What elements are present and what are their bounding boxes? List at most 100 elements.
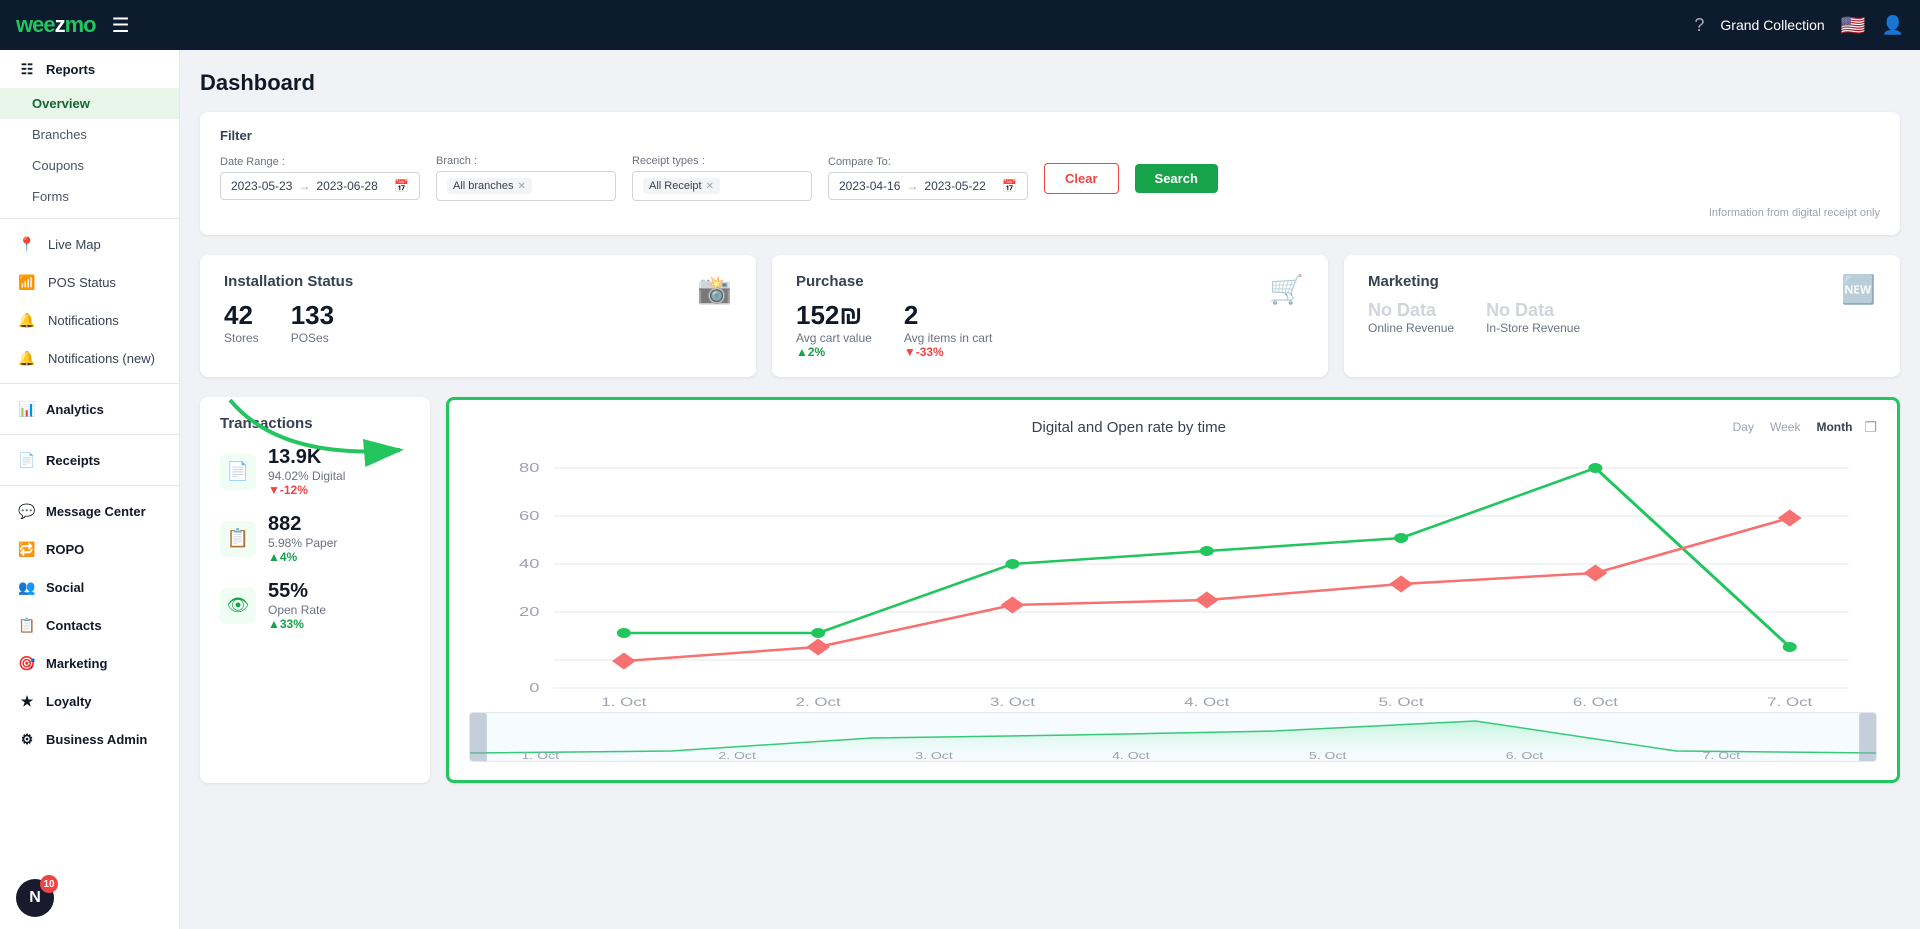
ropo-icon: 🔁 (16, 538, 38, 560)
social-icon: 👥 (16, 576, 38, 598)
period-week-btn[interactable]: Week (1766, 418, 1804, 436)
branch-input[interactable]: All branches ✕ (436, 171, 616, 201)
map-icon: 📍 (16, 233, 38, 255)
contacts-icon: 📋 (16, 614, 38, 636)
filter-card: Filter Date Range : 2023-05-23 → 2023-06… (200, 112, 1900, 235)
sidebar-item-notifications-new[interactable]: 🔔 Notifications (new) (0, 339, 179, 377)
filter-note: Information from digital receipt only (220, 207, 1880, 219)
red-point-5 (1389, 576, 1413, 593)
green-point-5 (1394, 533, 1408, 543)
online-group: No Data Online Revenue (1368, 300, 1454, 335)
filter-label: Filter (220, 128, 1880, 143)
poses-group: 133 POSes (291, 300, 334, 345)
svg-text:20: 20 (519, 605, 540, 619)
txn-digital-pct: 94.02% Digital (268, 469, 345, 483)
sidebar-group-reports[interactable]: ☷ Reports (0, 50, 179, 88)
installation-title: Installation Status (224, 273, 353, 290)
period-day-btn[interactable]: Day (1729, 418, 1758, 436)
sidebar-group-ropo[interactable]: 🔁 ROPO (0, 530, 179, 568)
svg-text:6. Oct: 6. Oct (1573, 696, 1618, 708)
search-button[interactable]: Search (1135, 164, 1218, 193)
sidebar-loyalty-label: Loyalty (46, 694, 92, 709)
instore-group: No Data In-Store Revenue (1486, 300, 1580, 335)
sidebar-item-pos[interactable]: 📶 POS Status (0, 263, 179, 301)
sidebar-overview-label: Overview (32, 96, 90, 111)
menu-icon[interactable]: ☰ (112, 13, 130, 38)
sidebar-item-notifications[interactable]: 🔔 Notifications (0, 301, 179, 339)
compare-label: Compare To: (828, 156, 1028, 168)
sidebar-group-analytics[interactable]: 📊 Analytics (0, 390, 179, 428)
sidebar: ☷ Reports Overview Branches Coupons Form… (0, 50, 180, 929)
compare-range-input[interactable]: 2023-04-16 → 2023-05-22 📅 (828, 172, 1028, 200)
red-point-6 (1583, 565, 1607, 582)
svg-text:2. Oct: 2. Oct (796, 696, 841, 708)
avg-cart-value: 152₪ (796, 300, 872, 331)
sidebar-item-forms[interactable]: Forms (0, 181, 179, 212)
txn-paper-value: 882 (268, 513, 337, 536)
org-name: Grand Collection (1720, 17, 1824, 33)
compare-end: 2023-05-22 (924, 179, 985, 193)
digital-icon: 📄 (220, 454, 256, 490)
sidebar-item-livemap[interactable]: 📍 Live Map (0, 225, 179, 263)
poses-label: POSes (291, 331, 334, 345)
loyalty-icon: ★ (16, 690, 38, 712)
branch-tag-remove[interactable]: ✕ (518, 181, 526, 192)
svg-text:4. Oct: 4. Oct (1112, 750, 1150, 761)
svg-text:2. Oct: 2. Oct (718, 750, 756, 761)
chart-header: Digital and Open rate by time Day Week M… (469, 418, 1877, 436)
txn-digital-trend: ▼-12% (268, 483, 345, 497)
date-range-input[interactable]: 2023-05-23 → 2023-06-28 📅 (220, 172, 420, 200)
svg-text:7. Oct: 7. Oct (1767, 696, 1812, 708)
sidebar-group-marketing[interactable]: 🎯 Marketing (0, 644, 179, 682)
date-end: 2023-06-28 (316, 179, 377, 193)
avatar-letter: N (29, 889, 41, 907)
sidebar-group-contacts[interactable]: 📋 Contacts (0, 606, 179, 644)
txn-open-label: Open Rate (268, 603, 326, 617)
txn-paper-details: 882 5.98% Paper ▲4% (268, 513, 337, 564)
transactions-title: Transactions (220, 415, 410, 432)
filter-receipt-group: Receipt types : All Receipt ✕ (632, 155, 812, 201)
open-icon: 👁 (220, 588, 256, 624)
compare-start: 2023-04-16 (839, 179, 900, 193)
help-icon[interactable]: ? (1694, 15, 1704, 36)
sidebar-group-message-center[interactable]: 💬 Message Center (0, 492, 179, 530)
sidebar-item-branches[interactable]: Branches (0, 119, 179, 150)
sidebar-group-social[interactable]: 👥 Social (0, 568, 179, 606)
clear-button[interactable]: Clear (1044, 163, 1119, 194)
chart-card: Digital and Open rate by time Day Week M… (446, 397, 1900, 783)
stores-group: 42 Stores (224, 300, 259, 345)
stores-value: 42 (224, 300, 259, 331)
sidebar-group-loyalty[interactable]: ★ Loyalty (0, 682, 179, 720)
chart-navigator[interactable]: 1. Oct 2. Oct 3. Oct 4. Oct 5. Oct 6. Oc… (469, 712, 1877, 762)
avg-items-label: Avg items in cart (904, 331, 992, 345)
sidebar-group-receipts[interactable]: 📄 Receipts (0, 441, 179, 479)
txn-digital-details: 13.9K 94.02% Digital ▼-12% (268, 446, 345, 497)
red-point-4 (1195, 592, 1219, 609)
purchase-title: Purchase (796, 273, 992, 290)
date-range-label: Date Range : (220, 156, 420, 168)
marketing-values: No Data Online Revenue No Data In-Store … (1368, 300, 1841, 335)
avg-items-value: 2 (904, 300, 992, 331)
receipt-icon: 📄 (16, 449, 38, 471)
svg-text:4. Oct: 4. Oct (1184, 696, 1229, 708)
filter-date-range-group: Date Range : 2023-05-23 → 2023-06-28 📅 (220, 156, 420, 200)
receipt-tag-remove[interactable]: ✕ (706, 181, 714, 192)
txn-digital: 📄 13.9K 94.02% Digital ▼-12% (220, 446, 410, 497)
svg-text:7. Oct: 7. Oct (1703, 750, 1741, 761)
compare-calendar-icon: 📅 (1002, 179, 1017, 193)
sidebar-item-coupons[interactable]: Coupons (0, 150, 179, 181)
user-icon[interactable]: 👤 (1882, 15, 1904, 36)
period-month-btn[interactable]: Month (1812, 418, 1856, 436)
txn-open-details: 55% Open Rate ▲33% (268, 580, 326, 631)
avatar[interactable]: N 10 (16, 879, 54, 917)
bottom-row: Transactions 📄 13.9K 94.02% Digital ▼-12… (200, 397, 1900, 783)
sidebar-item-overview[interactable]: Overview (0, 88, 179, 119)
txn-paper-pct: 5.98% Paper (268, 536, 337, 550)
receipt-input[interactable]: All Receipt ✕ (632, 171, 812, 201)
sidebar-group-business-admin[interactable]: ⚙ Business Admin (0, 720, 179, 758)
filter-row: Date Range : 2023-05-23 → 2023-06-28 📅 B… (220, 155, 1880, 201)
red-point-1 (612, 653, 636, 670)
txn-digital-value: 13.9K (268, 446, 345, 469)
gear-icon: ⚙ (16, 728, 38, 750)
expand-icon[interactable]: ❐ (1864, 419, 1877, 436)
